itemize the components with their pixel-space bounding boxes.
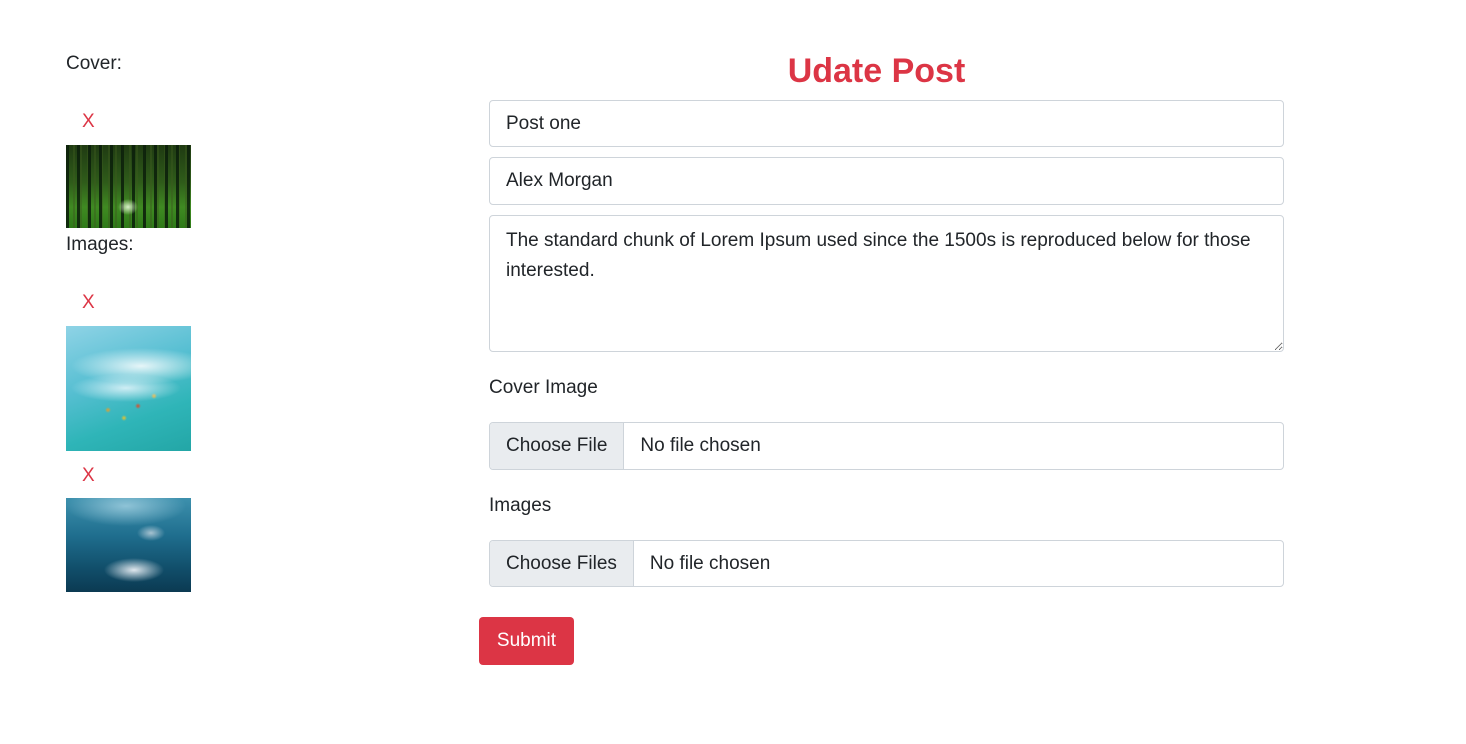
choose-cover-file-button[interactable]: Choose File (490, 423, 625, 469)
images-section-label: Images: (66, 234, 134, 255)
images-label: Images (489, 495, 552, 516)
cover-section-label: Cover: (66, 53, 122, 74)
remove-image-2-button[interactable]: X (82, 464, 95, 488)
submit-button[interactable]: Submit (479, 617, 574, 665)
update-post-page: Cover: X Images: X X Udate Post The stan… (0, 0, 1466, 744)
choose-images-button[interactable]: Choose Files (490, 541, 634, 586)
cover-image-label: Cover Image (489, 377, 598, 398)
cover-image-file-input[interactable]: Choose File No file chosen (489, 422, 1284, 470)
images-file-input[interactable]: Choose Files No file chosen (489, 540, 1284, 587)
page-title: Udate Post (787, 52, 966, 90)
cover-thumbnail-forest (66, 145, 191, 228)
image-thumbnail-dolphins (66, 498, 191, 592)
post-title-input[interactable] (489, 100, 1284, 147)
images-file-status: No file chosen (649, 552, 771, 574)
remove-cover-button[interactable]: X (82, 110, 95, 134)
post-body-textarea[interactable]: The standard chunk of Lorem Ipsum used s… (489, 215, 1284, 352)
author-input[interactable] (489, 157, 1284, 205)
remove-image-1-button[interactable]: X (82, 291, 95, 315)
cover-file-status: No file chosen (640, 435, 761, 456)
image-thumbnail-surfers (66, 326, 191, 451)
